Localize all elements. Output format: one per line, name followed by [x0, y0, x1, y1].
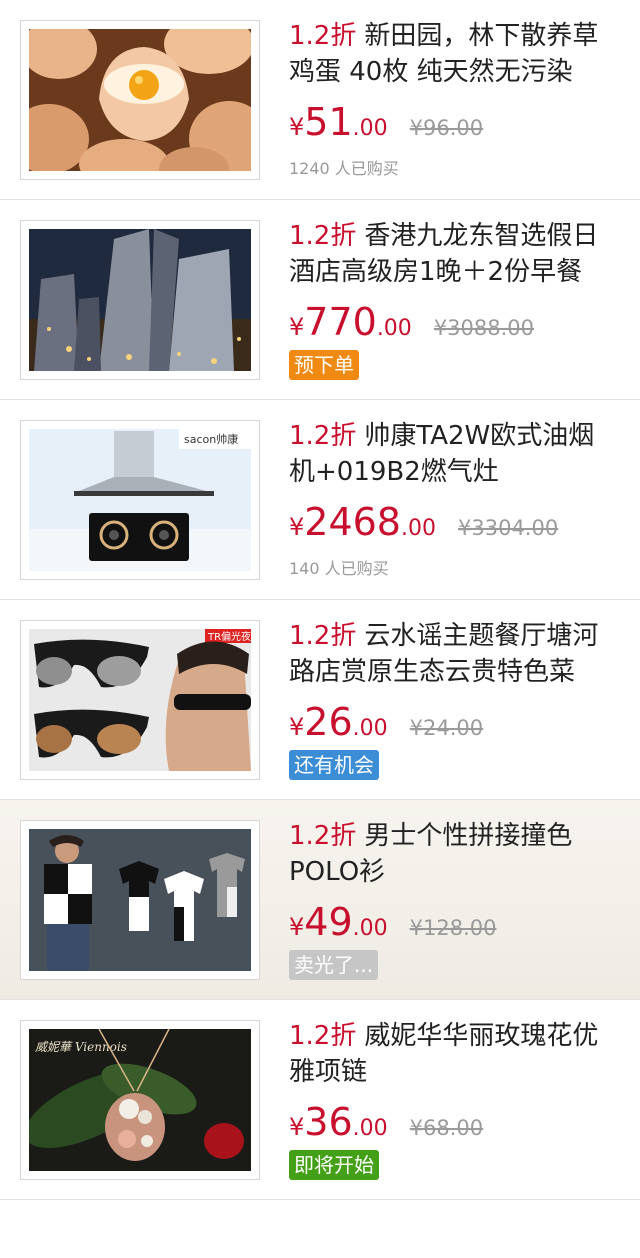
price-row: ¥2468.00 ¥3304.00: [289, 500, 558, 544]
discount-label: 1.2折: [289, 1021, 357, 1051]
price-row: ¥49.00 ¥128.00: [289, 900, 496, 944]
original-price: ¥24.00: [409, 716, 484, 740]
price-integer: 2468: [304, 500, 401, 544]
price-row: ¥26.00 ¥24.00: [289, 700, 483, 744]
status-badge[interactable]: 预下单: [289, 350, 359, 380]
price-row: ¥51.00 ¥96.00: [289, 100, 483, 144]
image-banner-text: TR偏光夜: [207, 630, 251, 643]
deal-title[interactable]: 1.2折 威妮华华丽玫瑰花优雅项链: [289, 1018, 609, 1090]
price-decimal: .00: [401, 516, 436, 541]
currency-symbol: ¥: [289, 1113, 305, 1141]
discount-label: 1.2折: [289, 621, 357, 651]
original-price: ¥96.00: [409, 116, 484, 140]
price-integer: 26: [304, 700, 353, 744]
original-price: ¥128.00: [409, 916, 497, 940]
currency-symbol: ¥: [289, 113, 305, 141]
deal-title[interactable]: 1.2折 香港九龙东智选假日酒店高级房1晚＋2份早餐: [289, 218, 609, 290]
price-decimal: .00: [376, 316, 412, 341]
currency-symbol: ¥: [289, 513, 305, 541]
deal-title[interactable]: 1.2折 新田园，林下散养草鸡蛋 40枚 纯天然无污染: [289, 18, 609, 90]
price-row: ¥770.00 ¥3088.00: [289, 300, 534, 344]
brand-logo: 威妮華 Viennois: [35, 1040, 127, 1054]
deal-title[interactable]: 1.2折 男士个性拼接撞色POLO衫: [289, 818, 609, 890]
status-badge[interactable]: 还有机会: [289, 750, 379, 780]
deal-item[interactable]: 1.2折 新田园，林下散养草鸡蛋 40枚 纯天然无污染 ¥51.00 ¥96.00 …: [0, 0, 640, 200]
deal-list: 1.2折 新田园，林下散养草鸡蛋 40枚 纯天然无污染 ¥51.00 ¥96.00 …: [0, 0, 640, 1200]
city-skyline-photo: [29, 229, 251, 371]
discount-label: 1.2折: [289, 221, 357, 251]
brand-logo: sacon帅康: [184, 432, 238, 446]
product-image[interactable]: sacon帅康: [20, 420, 260, 580]
status-badge[interactable]: 即将开始: [289, 1150, 379, 1180]
sunglasses-photo: TR偏光夜: [29, 629, 251, 771]
discount-label: 1.2折: [289, 21, 357, 51]
price-decimal: .00: [352, 116, 388, 141]
deal-item[interactable]: TR偏光夜 1.2折 云水谣主题餐厅塘河路店赏原生态云贵特色菜 ¥26.00 ¥24…: [0, 600, 640, 800]
product-image[interactable]: TR偏光夜: [20, 620, 260, 780]
sold-count: 1240 人已购买: [289, 159, 399, 178]
original-price: ¥3088.00: [433, 316, 535, 340]
price-row: ¥36.00 ¥68.00: [289, 1100, 483, 1144]
currency-symbol: ¥: [289, 913, 305, 941]
product-image[interactable]: [20, 20, 260, 180]
price-decimal: .00: [352, 916, 388, 941]
price-integer: 770: [304, 300, 377, 344]
deal-title[interactable]: 1.2折 帅康TA2W欧式油烟机+019B2燃气灶: [289, 418, 609, 490]
deal-title[interactable]: 1.2折 云水谣主题餐厅塘河路店赏原生态云贵特色菜: [289, 618, 609, 690]
status-badge[interactable]: 卖光了...: [289, 950, 379, 980]
price-integer: 51: [304, 100, 353, 144]
currency-symbol: ¥: [289, 313, 305, 341]
polo-shirt-photo: [29, 829, 251, 971]
product-image[interactable]: 威妮華 Viennois: [20, 1020, 260, 1180]
product-image[interactable]: [20, 820, 260, 980]
currency-symbol: ¥: [289, 713, 305, 741]
price-integer: 36: [304, 1100, 353, 1144]
necklace-photo: 威妮華 Viennois: [29, 1029, 251, 1171]
eggs-photo: [29, 29, 251, 171]
price-decimal: .00: [352, 1116, 388, 1141]
deal-item[interactable]: sacon帅康 1.2折 帅康TA2W欧式油烟机+019B2燃气灶 ¥2468.0…: [0, 400, 640, 600]
product-image[interactable]: [20, 220, 260, 380]
discount-label: 1.2折: [289, 421, 357, 451]
deal-item[interactable]: 威妮華 Viennois 1.2折 威妮华华丽玫瑰花优雅项链 ¥36.00 ¥68.…: [0, 1000, 640, 1200]
sold-count: 140 人已购买: [289, 559, 389, 578]
discount-label: 1.2折: [289, 821, 357, 851]
price-decimal: .00: [352, 716, 388, 741]
price-integer: 49: [304, 900, 353, 944]
original-price: ¥3304.00: [458, 516, 559, 540]
range-hood-photo: sacon帅康: [29, 429, 251, 571]
deal-item[interactable]: 1.2折 男士个性拼接撞色POLO衫 ¥49.00 ¥128.00 卖光了...: [0, 800, 640, 1000]
deal-item[interactable]: 1.2折 香港九龙东智选假日酒店高级房1晚＋2份早餐 ¥770.00 ¥3088.0…: [0, 200, 640, 400]
original-price: ¥68.00: [409, 1116, 484, 1140]
